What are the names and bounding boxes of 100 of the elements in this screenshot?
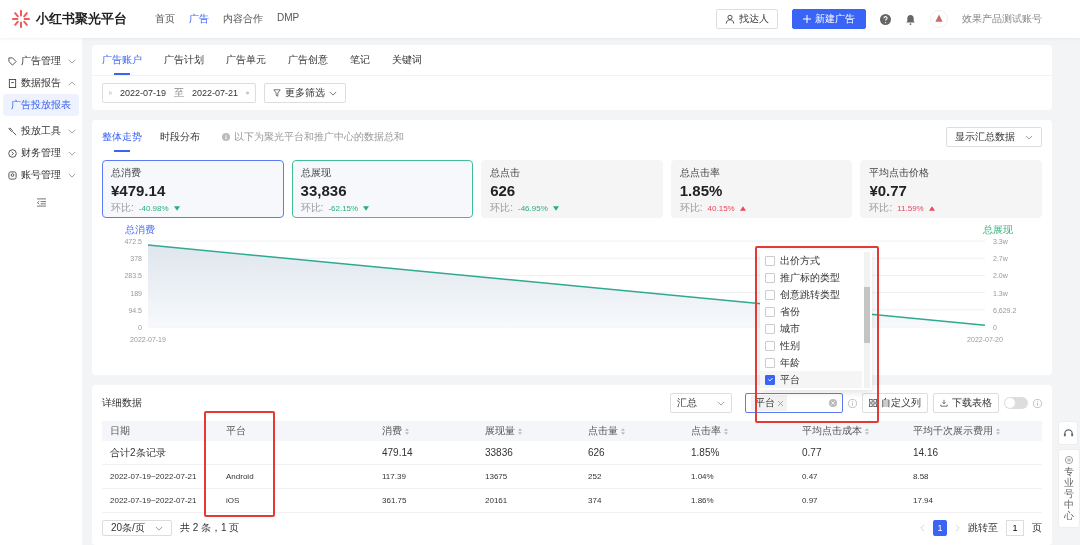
report-tab[interactable]: 广告计划	[164, 45, 204, 75]
change-label: 环比:	[300, 201, 324, 215]
trend-tab[interactable]: 时段分布	[160, 122, 200, 152]
report-tab[interactable]: 关键词	[392, 45, 422, 75]
change-value: -40.98%	[138, 203, 169, 213]
change-value: 40.15%	[707, 203, 735, 213]
dropdown-option[interactable]: 出价方式	[760, 252, 862, 269]
table-cell: 0.77	[802, 447, 822, 458]
total-count: 共 2 条，1 页	[179, 521, 240, 535]
column-header[interactable]: 平均点击成本	[802, 424, 869, 438]
table-cell: iOS	[226, 496, 240, 505]
table-cell: 13675	[485, 472, 508, 481]
brand-name: 小红书聚光平台	[36, 10, 127, 28]
sidebar-item[interactable]: 广告管理	[0, 50, 82, 72]
change-label: 环比:	[869, 201, 893, 215]
metric-value: 626	[490, 182, 516, 199]
table-cell: 0.97	[802, 496, 818, 505]
dropdown-option[interactable]: 省份	[760, 303, 862, 320]
table-cell: 17.94	[913, 496, 934, 505]
column-header[interactable]: 展现量	[485, 424, 522, 438]
metric-label: 平均点击价格	[869, 166, 930, 180]
dropdown-option[interactable]: 性别	[760, 337, 862, 354]
table-cell: 361.75	[382, 496, 407, 505]
column-header[interactable]: 平均千次展示费用	[913, 424, 1000, 438]
table-cell: Android	[226, 472, 254, 481]
dropdown-option[interactable]: 推广标的类型	[760, 269, 862, 286]
dropdown-option[interactable]: 创意跳转类型	[760, 286, 862, 303]
report-tab[interactable]: 笔记	[350, 45, 370, 75]
change-label: 环比:	[679, 201, 703, 215]
metric-value: 33,836	[300, 182, 347, 199]
change-value: -46.95%	[517, 203, 548, 213]
sidebar-item[interactable]: 账号管理	[0, 164, 82, 186]
dropdown-option[interactable]: 平台	[760, 371, 862, 388]
metric-label: 总点击	[490, 166, 521, 180]
metric-card[interactable]: 总消费 ¥479.14 环比: -40.98%	[102, 160, 284, 218]
find-creator-button[interactable]: 找达人	[716, 9, 778, 29]
table-cell: 2022-07-19~2022-07-21	[110, 472, 197, 481]
dropdown-option[interactable]: 年龄	[760, 354, 862, 371]
nav-tab[interactable]: DMP	[277, 12, 300, 26]
metric-card[interactable]: 总展现 33,836 环比: -62.15%	[291, 160, 474, 218]
jump-label: 跳转至	[968, 521, 998, 535]
sidebar-subitem[interactable]: 广告投放报表	[3, 94, 79, 116]
dropdown-option[interactable]: 城市	[760, 320, 862, 337]
sidebar-item[interactable]: 财务管理	[0, 142, 82, 164]
pro-center-panel[interactable]: 专业号中心	[1058, 449, 1080, 528]
change-value: 11.59%	[897, 203, 924, 213]
axis-title: 总消费	[125, 224, 155, 235]
report-tab[interactable]: 广告创意	[288, 45, 328, 75]
report-tab[interactable]: 广告账户	[102, 45, 142, 75]
axis-title: 总展现	[983, 224, 1013, 235]
table-cell: 1.86%	[691, 496, 714, 505]
new-ad-button[interactable]: 新建广告	[792, 9, 866, 29]
table-cell: 合计2条记录	[110, 446, 166, 458]
metric-value: ¥479.14	[111, 182, 166, 199]
column-header[interactable]: 点击量	[588, 424, 625, 438]
page-input[interactable]: 1	[1006, 520, 1024, 536]
table-cell: 252	[588, 472, 602, 481]
table-cell: 1.04%	[691, 472, 714, 481]
table-cell: 33836	[485, 447, 513, 458]
download-button[interactable]: 下载表格	[933, 393, 999, 413]
panel-label: 专业号中心	[1064, 466, 1074, 521]
table-cell: 117.39	[382, 472, 406, 481]
sidebar-item[interactable]: 数据报告	[0, 72, 82, 94]
column-header[interactable]: 点击率	[691, 424, 728, 438]
data-note: 以下为聚光平台和推广中心的数据总和	[234, 130, 404, 144]
table-cell: 1.85%	[691, 447, 720, 458]
metric-card[interactable]: 总点击 626 环比: -46.95%	[481, 160, 663, 218]
column-header: 日期	[110, 424, 130, 438]
date-range-field[interactable]: 2022-07-19 至 2022-07-21	[102, 83, 256, 103]
account-name[interactable]: 效果产品测试账号	[962, 12, 1042, 26]
metric-label: 总消费	[111, 166, 141, 180]
report-tab[interactable]: 广告单元	[226, 45, 266, 75]
trend-tab[interactable]: 整体走势	[102, 122, 142, 152]
page-button[interactable]: 1	[933, 520, 947, 536]
table-cell: 479.14	[382, 447, 413, 458]
table-cell: 20161	[485, 496, 508, 505]
column-header: 平台	[226, 424, 246, 438]
page-unit: 页	[1032, 521, 1042, 535]
group-select[interactable]: 汇总	[670, 393, 732, 413]
metric-card[interactable]: 总点击率 1.85% 环比: 40.15%	[670, 160, 853, 218]
nav-tab[interactable]: 广告	[189, 12, 209, 26]
nav-tab[interactable]: 首页	[155, 12, 175, 26]
change-value: -62.15%	[328, 203, 359, 213]
change-label: 环比:	[111, 201, 134, 215]
change-label: 环比:	[490, 201, 513, 215]
metric-label: 总展现	[300, 166, 331, 180]
nav-tab[interactable]: 内容合作	[223, 12, 263, 26]
section-title: 详细数据	[102, 396, 142, 410]
metric-card[interactable]: 平均点击价格 ¥0.77 环比: 11.59%	[860, 160, 1042, 218]
custom-columns-button[interactable]: 自定义列	[862, 393, 928, 413]
table-cell: 8.58	[913, 472, 929, 481]
table-cell: 2022-07-19~2022-07-21	[110, 496, 197, 505]
column-header[interactable]: 消费	[382, 424, 409, 438]
more-filters-button[interactable]: 更多筛选	[264, 83, 346, 103]
page-size-select[interactable]: 20条/页	[102, 520, 172, 536]
table-cell: 0.47	[802, 472, 818, 481]
table-cell: 626	[588, 447, 605, 458]
metric-value: 1.85%	[679, 182, 723, 199]
sidebar-item[interactable]: 投放工具	[0, 120, 82, 142]
summary-select[interactable]: 显示汇总数据	[946, 127, 1042, 147]
